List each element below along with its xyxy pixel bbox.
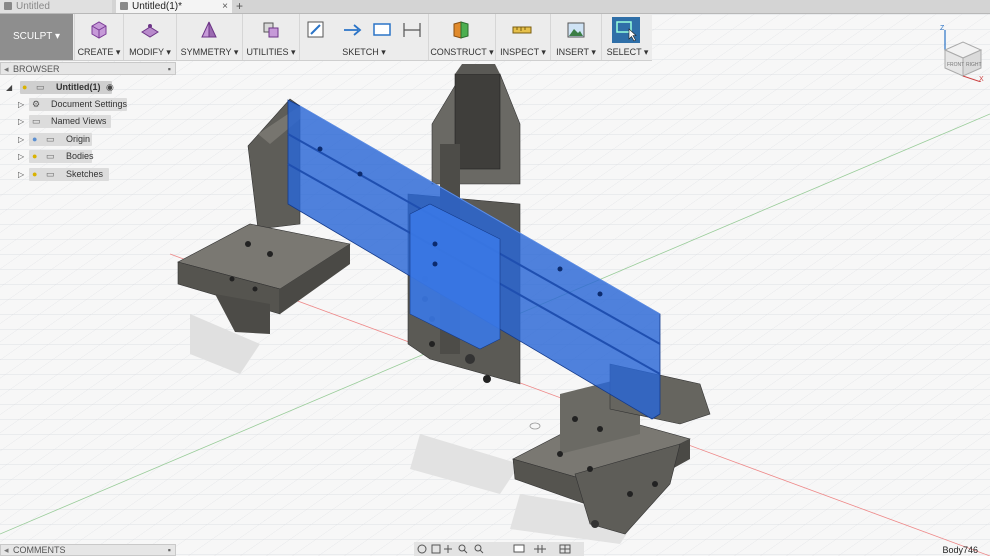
view-cube[interactable]: Z FRONT RIGHT X [935, 22, 987, 82]
cube-front-label: FRONT [947, 62, 964, 68]
navigation-bar[interactable] [414, 542, 584, 556]
measure-icon [512, 26, 532, 34]
visibility-bulb-icon[interactable]: ● [32, 167, 37, 182]
root-label: Untitled(1) [56, 82, 101, 92]
collapse-browser-icon[interactable]: ◂ [4, 63, 9, 75]
tab-untitled[interactable]: Untitled [0, 0, 112, 13]
visibility-bulb-icon[interactable]: ● [32, 149, 37, 164]
folder-icon: ▭ [32, 116, 41, 126]
insert-label: INSERT ▾ [556, 47, 596, 57]
expand-arrow-icon[interactable]: ▷ [18, 97, 24, 112]
sketch-menu[interactable]: SKETCH ▾ [299, 14, 428, 60]
model-scene[interactable] [0, 14, 990, 556]
tab-label: Untitled [16, 1, 50, 12]
folder-icon: ▭ [46, 134, 55, 144]
close-tab-icon[interactable]: × [222, 0, 228, 13]
insert-menu[interactable]: INSERT ▾ [550, 14, 601, 60]
sketch-icons [307, 21, 421, 38]
select-window-icon [612, 17, 640, 43]
tree-item-label: Bodies [66, 151, 94, 161]
document-tab-bar: Untitled Untitled(1)* × + [0, 0, 990, 14]
browser-panel-header[interactable]: ◂ BROWSER ▪ [0, 62, 176, 75]
browser-title: BROWSER [13, 64, 60, 74]
document-icon [4, 2, 12, 10]
document-icon: ▭ [36, 82, 45, 92]
tree-item-named-views[interactable]: ▷ ▭ Named Views [18, 114, 118, 129]
comments-title: COMMENTS [13, 545, 66, 555]
modify-icon [141, 24, 159, 38]
folder-icon: ▭ [46, 151, 55, 161]
expand-arrow-icon[interactable]: ▷ [18, 149, 24, 164]
tree-item-bodies[interactable]: ▷ ● ▭ Bodies [18, 149, 98, 164]
sketch-label: SKETCH ▾ [342, 47, 386, 57]
tree-item-label: Named Views [51, 116, 107, 126]
create-menu[interactable]: CREATE ▾ [74, 14, 123, 60]
utilities-menu[interactable]: UTILITIES ▾ [242, 14, 299, 60]
create-label: CREATE ▾ [77, 47, 121, 57]
construct-plane-icon [453, 21, 469, 39]
main-toolbar: SCULPT ▾ CREATE ▾ MODIFY ▾ SYMMETRY ▾ UT… [0, 14, 652, 61]
insert-image-icon [567, 22, 585, 38]
create-box-icon [91, 21, 107, 39]
inspect-menu[interactable]: INSPECT ▾ [495, 14, 550, 60]
pin-icon[interactable]: ▪ [168, 545, 171, 556]
expand-arrow-icon[interactable]: ▷ [18, 167, 24, 182]
tree-item-document-settings[interactable]: ▷ ⚙ Document Settings [18, 97, 133, 112]
utilities-label: UTILITIES ▾ [246, 47, 296, 57]
tree-item-label: Document Settings [51, 99, 128, 109]
construct-label: CONSTRUCT ▾ [430, 47, 494, 57]
gear-icon: ⚙ [32, 99, 41, 109]
select-menu[interactable]: SELECT ▾ [601, 14, 653, 60]
folder-icon: ▭ [46, 169, 55, 179]
display-settings-icon[interactable] [513, 544, 525, 553]
collapse-comments-icon[interactable]: ◂ [4, 545, 9, 556]
expand-arrow-icon[interactable]: ▷ [18, 114, 24, 129]
modify-menu[interactable]: MODIFY ▾ [123, 14, 176, 60]
symmetry-label: SYMMETRY ▾ [180, 47, 239, 57]
activate-radio-icon[interactable]: ◉ [106, 80, 114, 95]
tree-item-sketches[interactable]: ▷ ● ▭ Sketches [18, 167, 110, 182]
symmetry-menu[interactable]: SYMMETRY ▾ [176, 14, 242, 60]
workspace-switcher[interactable]: SCULPT ▾ [0, 14, 73, 60]
utilities-icon [263, 22, 279, 38]
construct-menu[interactable]: CONSTRUCT ▾ [428, 14, 495, 60]
comments-panel-header[interactable]: ◂ COMMENTS ▪ [0, 544, 176, 556]
tree-item-label: Sketches [66, 169, 104, 179]
visibility-bulb-icon[interactable]: ● [32, 132, 37, 147]
select-label: SELECT ▾ [606, 47, 649, 57]
inspect-label: INSPECT ▾ [500, 47, 546, 57]
new-tab-icon[interactable]: + [236, 0, 243, 13]
axis-z-label: Z [940, 25, 945, 32]
symmetry-icon [201, 21, 217, 38]
modify-label: MODIFY ▾ [129, 47, 171, 57]
tree-root[interactable]: ◢ ● ▭ Untitled(1) ◉ [6, 80, 131, 95]
tree-item-origin[interactable]: ▷ ● ▭ Origin [18, 132, 98, 147]
document-icon [120, 2, 128, 10]
tab-label: Untitled(1)* [132, 1, 183, 12]
pin-icon[interactable]: ▪ [168, 63, 171, 75]
visibility-bulb-icon[interactable]: ● [22, 80, 27, 95]
canvas-viewport[interactable] [0, 14, 990, 556]
expand-arrow-icon[interactable]: ◢ [6, 80, 12, 95]
cube-right-label: RIGHT [966, 62, 982, 68]
selection-status: Body746 [942, 545, 978, 555]
tree-item-label: Origin [66, 134, 91, 144]
expand-arrow-icon[interactable]: ▷ [18, 132, 24, 147]
axis-x-label: X [979, 76, 984, 82]
tab-untitled-1[interactable]: Untitled(1)* × [116, 0, 232, 13]
